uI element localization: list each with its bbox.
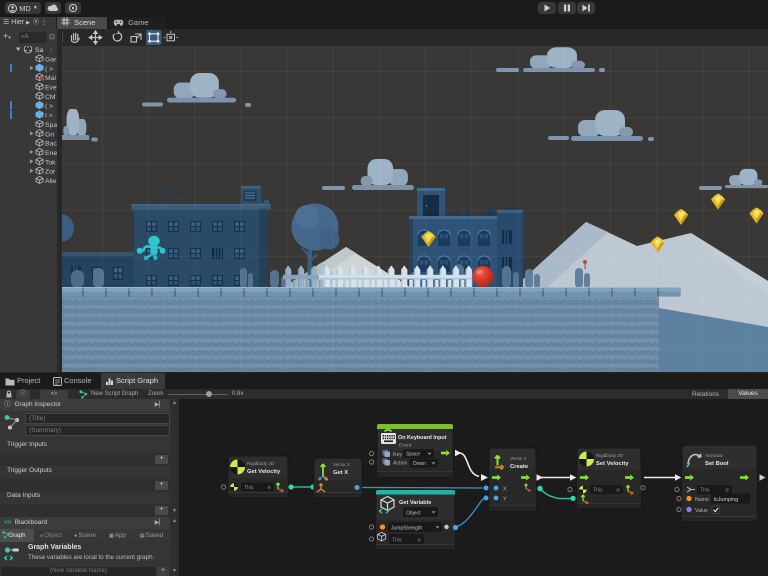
svg-text:Space: Space — [406, 451, 420, 457]
svg-text:This: This — [593, 487, 603, 493]
svg-text:Zor: Zor — [45, 169, 56, 176]
svg-text:Action: Action — [393, 461, 408, 467]
svg-text:Bac: Bac — [45, 141, 57, 148]
svg-text:( >: ( > — [45, 103, 53, 110]
svg-text:Down: Down — [413, 461, 426, 467]
svg-text:Create: Create — [510, 464, 529, 470]
svg-text:Vector 2: Vector 2 — [510, 456, 527, 461]
svg-text:Spa: Spa — [45, 122, 57, 129]
svg-text:Set Velocity: Set Velocity — [596, 461, 629, 467]
svg-text:Value: Value — [695, 508, 708, 514]
svg-text:Get Velocity: Get Velocity — [247, 469, 281, 475]
svg-text:Ene: Ene — [45, 150, 57, 157]
svg-text:This: This — [392, 537, 402, 543]
svg-text:Sa: Sa — [35, 47, 44, 54]
svg-text:This: This — [700, 487, 710, 493]
svg-text:Alie: Alie — [45, 178, 57, 185]
svg-text:This: This — [244, 485, 254, 491]
svg-text:Vector 3: Vector 3 — [333, 462, 350, 467]
svg-text:Mai: Mai — [45, 75, 56, 82]
svg-text:Tok: Tok — [45, 159, 56, 166]
svg-text:⊗: ⊗ — [417, 538, 421, 544]
svg-text:Rigidbody 2D: Rigidbody 2D — [247, 461, 275, 466]
svg-text:Key: Key — [393, 452, 402, 458]
svg-text:I >: I > — [45, 113, 53, 120]
svg-text:Animator: Animator — [705, 453, 724, 458]
svg-text:Event: Event — [399, 443, 412, 449]
svg-text:Set Bool: Set Bool — [705, 461, 729, 467]
svg-text:IsJumping: IsJumping — [714, 497, 739, 503]
svg-text:⋮: ⋮ — [48, 48, 54, 54]
svg-text:( >: ( > — [45, 66, 53, 73]
svg-text:Gar: Gar — [45, 56, 57, 63]
svg-text:Eve: Eve — [45, 85, 57, 92]
svg-text:Get X: Get X — [333, 470, 348, 476]
svg-text:On Keyboard Input: On Keyboard Input — [398, 435, 447, 441]
svg-text:Rigidbody 2D: Rigidbody 2D — [596, 453, 624, 458]
svg-text:⊗: ⊗ — [725, 488, 729, 494]
svg-text:⊗: ⊗ — [616, 488, 620, 494]
svg-text:Get Variable: Get Variable — [399, 500, 431, 506]
svg-text:Gri: Gri — [45, 131, 55, 138]
svg-text:JumpStrength: JumpStrength — [391, 525, 422, 531]
svg-text:Object: Object — [406, 510, 421, 516]
svg-text:⊗: ⊗ — [267, 485, 271, 491]
svg-text:Y: Y — [503, 497, 507, 503]
svg-text:CM: CM — [45, 94, 56, 101]
svg-text:Name: Name — [695, 497, 709, 503]
svg-text:X: X — [503, 487, 507, 493]
